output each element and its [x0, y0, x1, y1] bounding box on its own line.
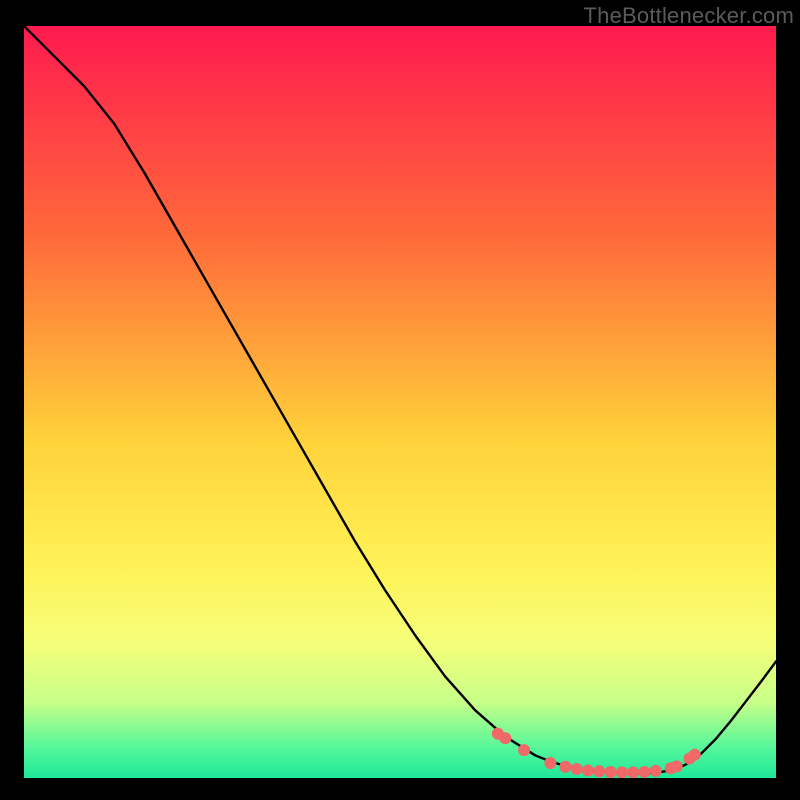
- curve-marker: [571, 763, 583, 775]
- chart-plot-area: [24, 26, 776, 778]
- watermark-text: TheBottlenecker.com: [584, 3, 794, 29]
- curve-marker: [499, 732, 511, 744]
- curve-marker: [671, 760, 683, 772]
- curve-marker: [518, 744, 530, 756]
- chart-svg: [24, 26, 776, 778]
- curve-marker: [689, 749, 701, 761]
- curve-marker: [559, 761, 571, 773]
- curve-marker: [582, 764, 594, 776]
- curve-marker: [544, 757, 556, 769]
- curve-marker: [627, 766, 639, 778]
- curve-marker: [605, 766, 617, 778]
- chart-frame: TheBottlenecker.com: [0, 0, 800, 800]
- curve-marker: [593, 765, 605, 777]
- curve-marker: [650, 765, 662, 777]
- curve-marker: [616, 766, 628, 778]
- curve-marker: [638, 766, 650, 778]
